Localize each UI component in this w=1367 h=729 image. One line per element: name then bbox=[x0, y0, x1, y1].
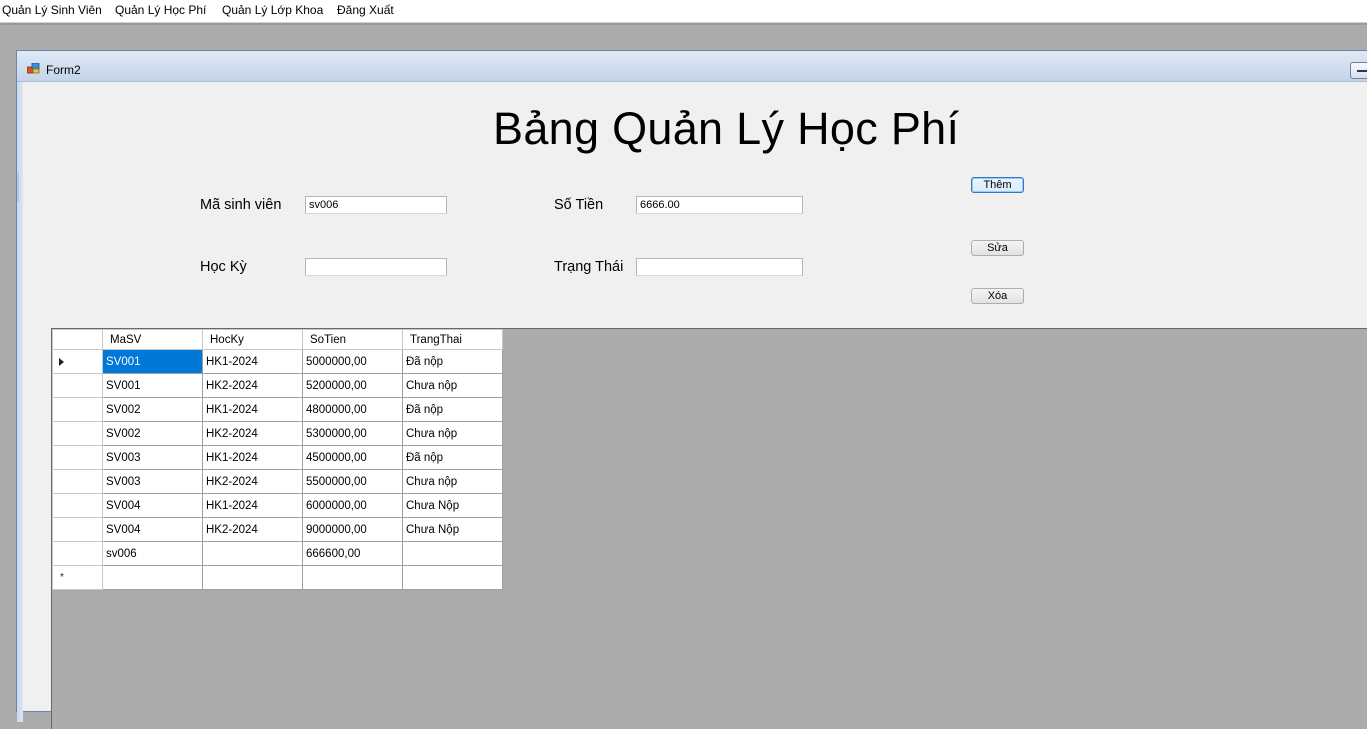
grid-cell[interactable]: 5300000,00 bbox=[302, 421, 403, 446]
grid-table: MaSV HocKy SoTien TrangThai SV001 HK1-20… bbox=[52, 329, 503, 590]
grid-cell[interactable]: 6000000,00 bbox=[302, 493, 403, 518]
grid-cell[interactable] bbox=[302, 565, 403, 590]
menu-separator bbox=[0, 23, 1367, 25]
grid-cell[interactable]: SV004 bbox=[102, 517, 203, 542]
grid-cell[interactable]: SV003 bbox=[102, 469, 203, 494]
grid-cell[interactable] bbox=[402, 541, 503, 566]
grid-cell[interactable]: SV003 bbox=[102, 445, 203, 470]
form-icon bbox=[27, 63, 40, 74]
menu-quan-ly-hoc-phi[interactable]: Quản Lý Học Phí bbox=[115, 3, 206, 17]
sotien-label: Số Tiền bbox=[554, 197, 604, 213]
row-header[interactable] bbox=[52, 373, 103, 398]
sua-button[interactable]: Sửa bbox=[971, 240, 1024, 256]
table-row[interactable]: SV003 HK1-2024 4500000,00 Đã nộp bbox=[52, 445, 503, 470]
hoc-phi-grid[interactable]: MaSV HocKy SoTien TrangThai SV001 HK1-20… bbox=[51, 328, 1367, 729]
table-row[interactable]: SV001 HK2-2024 5200000,00 Chưa nộp bbox=[52, 373, 503, 398]
menu-quan-ly-sinh-vien[interactable]: Quản Lý Sinh Viên bbox=[2, 3, 102, 17]
grid-cell[interactable]: Chưa nộp bbox=[402, 421, 503, 446]
grid-cell[interactable]: HK2-2024 bbox=[202, 373, 303, 398]
grid-cell[interactable]: Chưa nộp bbox=[402, 373, 503, 398]
window-left-frame bbox=[17, 82, 23, 722]
col-header-hocky[interactable]: HocKy bbox=[202, 329, 303, 350]
grid-cell[interactable] bbox=[102, 565, 203, 590]
grid-cell[interactable]: SV002 bbox=[102, 397, 203, 422]
grid-cell[interactable]: SV004 bbox=[102, 493, 203, 518]
grid-cell[interactable]: HK2-2024 bbox=[202, 469, 303, 494]
table-row[interactable]: SV002 HK1-2024 4800000,00 Đã nộp bbox=[52, 397, 503, 422]
grid-cell[interactable]: Đã nộp bbox=[402, 397, 503, 422]
frame-grip bbox=[17, 172, 19, 202]
xoa-button[interactable]: Xóa bbox=[971, 288, 1024, 304]
grid-cell[interactable]: Chưa Nộp bbox=[402, 517, 503, 542]
new-row[interactable]: * bbox=[52, 565, 503, 590]
row-header[interactable] bbox=[52, 397, 103, 422]
row-header[interactable] bbox=[52, 517, 103, 542]
grid-cell[interactable]: HK1-2024 bbox=[202, 397, 303, 422]
col-header-trangthai[interactable]: TrangThai bbox=[402, 329, 503, 350]
grid-cell[interactable]: 9000000,00 bbox=[302, 517, 403, 542]
trangthai-input[interactable] bbox=[636, 258, 803, 276]
grid-cell[interactable] bbox=[202, 541, 303, 566]
row-header[interactable] bbox=[52, 349, 103, 374]
grid-cell[interactable]: SV001 bbox=[102, 373, 203, 398]
row-header[interactable] bbox=[52, 421, 103, 446]
grid-cell[interactable]: HK1-2024 bbox=[202, 493, 303, 518]
menu-bar: Quản Lý Sinh Viên Quản Lý Học Phí Quản L… bbox=[0, 0, 1367, 23]
grid-cell[interactable]: HK2-2024 bbox=[202, 517, 303, 542]
table-row[interactable]: SV001 HK1-2024 5000000,00 Đã nộp bbox=[52, 349, 503, 374]
them-button[interactable]: Thêm bbox=[971, 177, 1024, 193]
grid-cell[interactable]: Đã nộp bbox=[402, 349, 503, 374]
grid-header-row: MaSV HocKy SoTien TrangThai bbox=[52, 329, 503, 350]
new-row-marker-icon: * bbox=[60, 572, 64, 583]
grid-cell[interactable]: Đã nộp bbox=[402, 445, 503, 470]
grid-cell[interactable]: 5500000,00 bbox=[302, 469, 403, 494]
row-header[interactable] bbox=[52, 541, 103, 566]
grid-cell[interactable]: 666600,00 bbox=[302, 541, 403, 566]
col-header-sotien[interactable]: SoTien bbox=[302, 329, 403, 350]
hocky-input[interactable] bbox=[305, 258, 447, 276]
grid-cell[interactable]: HK2-2024 bbox=[202, 421, 303, 446]
masv-input[interactable] bbox=[305, 196, 447, 214]
grid-cell[interactable]: sv006 bbox=[102, 541, 203, 566]
row-header[interactable] bbox=[52, 445, 103, 470]
grid-cell[interactable]: 4500000,00 bbox=[302, 445, 403, 470]
sotien-input[interactable] bbox=[636, 196, 803, 214]
page-title: Bảng Quản Lý Học Phí bbox=[493, 103, 960, 154]
grid-cell[interactable]: HK1-2024 bbox=[202, 349, 303, 374]
col-header-masv[interactable]: MaSV bbox=[102, 329, 203, 350]
title-bar[interactable]: Form2 bbox=[17, 51, 1367, 82]
grid-cell[interactable]: 5200000,00 bbox=[302, 373, 403, 398]
grid-cell[interactable]: HK1-2024 bbox=[202, 445, 303, 470]
window-title: Form2 bbox=[46, 63, 81, 77]
grid-cell[interactable] bbox=[402, 565, 503, 590]
grid-cell[interactable]: SV002 bbox=[102, 421, 203, 446]
grid-cell[interactable]: 5000000,00 bbox=[302, 349, 403, 374]
hocky-label: Học Kỳ bbox=[200, 259, 247, 275]
minimize-icon bbox=[1357, 70, 1367, 72]
masv-label: Mã sinh viên bbox=[200, 197, 282, 213]
grid-cell[interactable]: SV001 bbox=[102, 349, 203, 374]
row-header[interactable] bbox=[52, 493, 103, 518]
grid-cell[interactable] bbox=[202, 565, 303, 590]
table-row[interactable]: SV003 HK2-2024 5500000,00 Chưa nộp bbox=[52, 469, 503, 494]
form2-window: Form2 Bảng Quản Lý Học Phí Mã sinh viên … bbox=[16, 50, 1367, 729]
table-row[interactable]: SV004 HK2-2024 9000000,00 Chưa Nộp bbox=[52, 517, 503, 542]
minimize-button[interactable] bbox=[1350, 62, 1367, 79]
table-row[interactable]: SV002 HK2-2024 5300000,00 Chưa nộp bbox=[52, 421, 503, 446]
trangthai-label: Trạng Thái bbox=[554, 259, 624, 275]
table-row[interactable]: SV004 HK1-2024 6000000,00 Chưa Nộp bbox=[52, 493, 503, 518]
grid-corner-header[interactable] bbox=[52, 329, 103, 350]
grid-cell[interactable]: 4800000,00 bbox=[302, 397, 403, 422]
row-header[interactable] bbox=[52, 469, 103, 494]
table-row[interactable]: sv006 666600,00 bbox=[52, 541, 503, 566]
grid-cell[interactable]: Chưa nộp bbox=[402, 469, 503, 494]
menu-quan-ly-lop-khoa[interactable]: Quản Lý Lớp Khoa bbox=[222, 3, 323, 17]
current-row-arrow-icon bbox=[59, 358, 64, 366]
grid-cell[interactable]: Chưa Nộp bbox=[402, 493, 503, 518]
new-row-header[interactable]: * bbox=[52, 565, 103, 590]
menu-dang-xuat[interactable]: Đăng Xuất bbox=[337, 3, 394, 17]
